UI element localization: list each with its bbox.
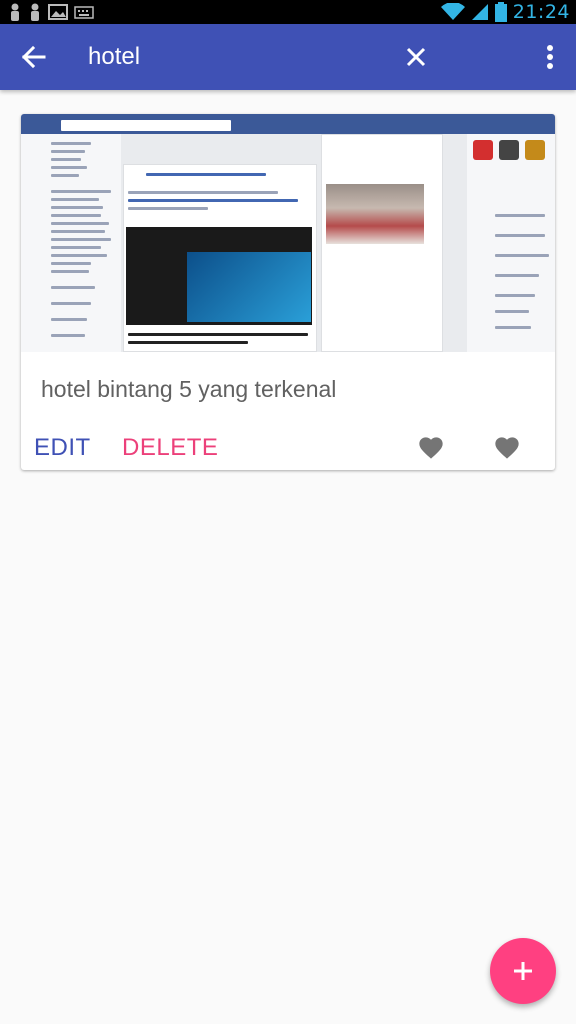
result-card[interactable]: hotel bintang 5 yang terkenal EDIT DELET…: [21, 114, 555, 470]
add-icon: [514, 962, 532, 980]
thumbnail-right-column: [467, 134, 555, 352]
clock: 21:24: [512, 1, 570, 23]
arrow-back-icon: [21, 45, 46, 69]
add-button[interactable]: [490, 938, 556, 1004]
heart-icon[interactable]: [493, 434, 521, 460]
delete-button[interactable]: DELETE: [122, 434, 218, 462]
more-vert-icon: [547, 45, 553, 69]
overflow-menu-button[interactable]: [538, 41, 562, 73]
screenshot-image[interactable]: [21, 114, 555, 352]
thumbnail-left-column: [21, 134, 121, 352]
thumbnail-searchbox: [61, 120, 231, 131]
notification-icon: [31, 3, 39, 21]
back-button[interactable]: [16, 41, 52, 73]
notification-icons: [8, 3, 94, 21]
status-bar: 21:24: [0, 0, 576, 24]
keyboard-icon: [74, 6, 94, 19]
heart-icon[interactable]: [417, 434, 445, 460]
notification-icon: [11, 3, 19, 21]
clear-search-button[interactable]: [400, 41, 432, 73]
edit-button[interactable]: EDIT: [34, 434, 91, 462]
status-indicators: 21:24: [440, 0, 570, 24]
search-app-bar: hotel: [0, 24, 576, 90]
thumbnail-group-photo: [326, 184, 424, 244]
card-title: hotel bintang 5 yang terkenal: [41, 376, 337, 402]
close-icon: [406, 47, 426, 67]
thumbnail-game-art: [187, 252, 311, 322]
image-icon: [48, 4, 68, 20]
wifi-icon: [440, 3, 465, 20]
search-query-text[interactable]: hotel: [88, 43, 140, 71]
signal-icon: [471, 4, 488, 20]
battery-icon: [494, 2, 507, 22]
